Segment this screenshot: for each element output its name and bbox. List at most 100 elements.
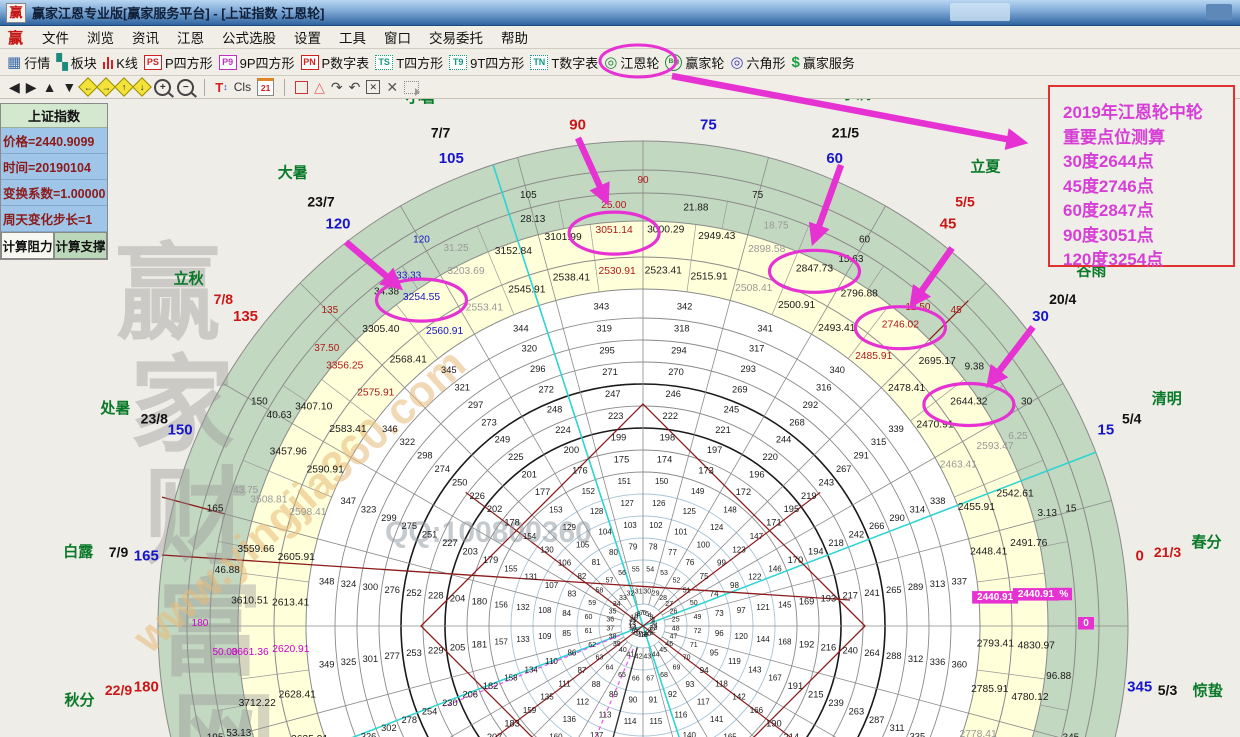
svg-text:37.50: 37.50 [314,343,339,354]
svg-text:2778.41: 2778.41 [959,729,996,737]
zoom-in-icon[interactable]: + [154,79,171,96]
svg-text:240: 240 [842,645,858,655]
svg-text:89: 89 [609,690,618,699]
toolbar-item-quotes[interactable]: ▦行情 [7,53,50,72]
date-label-150: 23/8 [141,411,168,427]
svg-text:292: 292 [803,400,819,410]
menu-item-7[interactable]: 窗口 [375,25,420,49]
toolbar-item-hexagon[interactable]: ◎六角形 [730,53,785,72]
svg-text:151: 151 [618,477,632,486]
svg-text:225: 225 [508,452,524,462]
svg-text:165: 165 [723,732,737,737]
svg-text:123: 123 [732,545,746,554]
svg-text:320: 320 [522,344,538,354]
svg-text:2455.91: 2455.91 [958,502,995,513]
svg-text:28: 28 [659,595,667,602]
svg-text:29: 29 [652,591,660,598]
calc-buttons: 计算阻力计算支撑 [1,232,107,259]
menu-item-8[interactable]: 交易委托 [420,25,492,49]
toolbar-item-9t-square[interactable]: T99T四方形 [449,53,524,72]
lasso-icon[interactable] [404,81,419,94]
svg-text:4780.12: 4780.12 [1011,692,1048,703]
toolbar-item-p-square[interactable]: PSP四方形 [144,53,213,72]
t-updown-icon[interactable]: T↕ [215,80,227,95]
svg-text:3051.14: 3051.14 [595,225,632,236]
svg-text:191: 191 [788,681,804,691]
svg-text:267: 267 [836,464,852,474]
triangle-tool-icon[interactable]: △ [314,79,325,96]
svg-text:4830.97: 4830.97 [1018,641,1055,652]
toolbar-item-winner-wheel[interactable]: Big赢家轮 [665,53,724,72]
diamond-down-icon[interactable]: ↓ [132,77,152,97]
svg-text:300: 300 [363,582,379,592]
svg-text:142: 142 [732,693,746,702]
svg-text:242: 242 [849,530,865,540]
menu-item-2[interactable]: 资讯 [123,25,168,49]
svg-text:195: 195 [207,733,224,737]
zoom-out-icon[interactable]: − [177,79,194,96]
svg-text:86: 86 [567,649,576,658]
toolbar-item-t-square[interactable]: TST四方形 [375,53,443,72]
svg-text:2538.41: 2538.41 [553,272,590,283]
menu-item-5[interactable]: 设置 [285,25,330,49]
calendar-icon[interactable]: 21 [257,78,274,96]
date-label-165: 7/9 [109,544,129,560]
cross-arrows-icon[interactable]: ✕ [386,79,398,96]
svg-text:2440.91: 2440.91 [1018,589,1055,600]
menu-item-3[interactable]: 江恩 [168,25,213,49]
svg-text:72: 72 [694,628,702,635]
svg-text:3254.55: 3254.55 [403,292,440,303]
menu-item-9[interactable]: 帮助 [492,25,537,49]
toolbar-item-sectors[interactable]: ▚板块 [56,53,97,72]
svg-text:312: 312 [908,654,924,664]
menu-item-0[interactable]: 文件 [33,25,78,49]
svg-text:73: 73 [715,609,724,618]
toolbar-item-winner-service[interactable]: $赢家服务 [792,53,855,72]
calc-button-0[interactable]: 计算阻力 [1,232,54,259]
svg-text:104: 104 [598,528,612,537]
toolbar-item-t-table[interactable]: TNT数字表 [530,53,598,72]
solar-term-label-165: 白露 [63,543,94,561]
pointer-up-icon[interactable]: ▲ [43,79,57,95]
svg-text:46.88: 46.88 [215,565,240,576]
svg-text:52: 52 [673,577,681,584]
svg-text:3712.22: 3712.22 [239,698,276,709]
note-line-1: 重要点位测算 [1063,126,1233,151]
menu-item-4[interactable]: 公式选股 [213,25,285,49]
site-watermark: 网 [171,684,276,737]
prev-icon[interactable]: ◀ [9,79,20,96]
rect-tool-icon[interactable] [295,81,308,94]
menu-item-1[interactable]: 浏览 [78,25,123,49]
calc-button-1[interactable]: 计算支撑 [54,232,107,259]
menu-item-6[interactable]: 工具 [330,25,375,49]
pointer-down-icon[interactable]: ▼ [62,79,76,95]
toolbar-item-9p-square[interactable]: P99P四方形 [219,53,295,72]
svg-text:270: 270 [668,367,684,377]
toolbar-item-p-table[interactable]: PNP数字表 [301,53,370,72]
next-icon[interactable]: ▶ [26,79,37,96]
svg-text:172: 172 [736,487,752,497]
svg-text:180: 180 [192,618,209,629]
toolbar-item-kline[interactable]: K线 [103,53,138,72]
svg-text:37: 37 [606,625,614,632]
cls-icon[interactable]: Cls [234,80,251,94]
svg-text:2746.02: 2746.02 [882,320,919,331]
svg-text:156: 156 [495,600,509,609]
svg-text:287: 287 [869,715,885,725]
svg-text:87: 87 [577,666,586,675]
svg-text:2583.41: 2583.41 [329,424,366,435]
menu-logo-icon: 赢 [8,27,23,48]
svg-text:220: 220 [762,452,778,462]
svg-text:302: 302 [381,723,397,733]
svg-text:3356.25: 3356.25 [326,361,363,372]
rotate-ccw-icon[interactable]: ↶ [349,79,361,96]
svg-text:126: 126 [652,499,666,508]
toolbar-label-sectors: 板块 [71,53,97,72]
toolbar-item-gann-wheel[interactable]: ◎江恩轮 [604,53,659,72]
rotate-cw-icon[interactable]: ↷ [331,79,343,96]
toolbar-label-gann-wheel: 江恩轮 [620,53,659,72]
solar-term-label-150: 处暑 [99,399,130,417]
toolbar-label-9t-square: 9T四方形 [470,53,524,72]
box-x-icon[interactable]: ✕ [366,80,380,94]
svg-text:249: 249 [495,435,511,445]
